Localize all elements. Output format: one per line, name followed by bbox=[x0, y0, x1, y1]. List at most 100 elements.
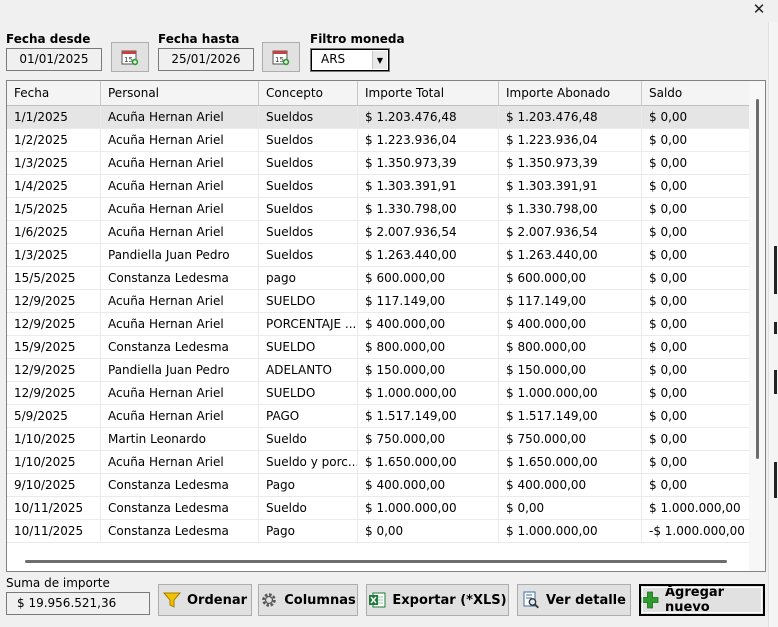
cell-personal: Acuña Hernan Ariel bbox=[101, 152, 259, 175]
table-row[interactable]: 1/3/2025 Pandiella Juan Pedro Sueldos $ 1.2… bbox=[7, 244, 749, 267]
column-header-concepto[interactable]: Concepto bbox=[259, 81, 358, 106]
column-header-saldo[interactable]: Saldo bbox=[642, 81, 749, 106]
table-header: Fecha Personal Concepto Importe Total Im… bbox=[7, 81, 749, 106]
cell-personal: Constanza Ledesma bbox=[101, 336, 259, 359]
table-row[interactable]: 1/10/2025 Acuña Hernan Ariel Sueldo y porc… bbox=[7, 451, 749, 474]
cell-importe-total: $ 117.149,00 bbox=[358, 290, 499, 313]
cell-importe-total: $ 1.000.000,00 bbox=[358, 497, 499, 520]
cell-fecha: 1/2/2025 bbox=[7, 129, 101, 152]
table-row[interactable]: 12/9/2025 Pandiella Juan Pedro ADELANTO $ 1… bbox=[7, 359, 749, 382]
cell-personal: Acuña Hernan Ariel bbox=[101, 382, 259, 405]
vertical-scrollbar[interactable] bbox=[749, 81, 765, 571]
cell-concepto: Sueldos bbox=[259, 152, 358, 175]
table-row[interactable]: 1/4/2025 Acuña Hernan Ariel Sueldos $ 1.303… bbox=[7, 175, 749, 198]
column-header-fecha[interactable]: Fecha bbox=[7, 81, 101, 106]
cell-importe-abonado: $ 117.149,00 bbox=[499, 290, 642, 313]
table-row[interactable]: 12/9/2025 Acuña Hernan Ariel SUELDO $ 1.000… bbox=[7, 382, 749, 405]
fecha-hasta-field[interactable]: 25/01/2026 bbox=[158, 48, 254, 71]
cell-concepto: Sueldos bbox=[259, 244, 358, 267]
cell-personal: Acuña Hernan Ariel bbox=[101, 129, 259, 152]
cell-importe-total: $ 1.330.798,00 bbox=[358, 198, 499, 221]
cell-importe-abonado: $ 800.000,00 bbox=[499, 336, 642, 359]
ver-detalle-label: Ver detalle bbox=[546, 592, 626, 608]
cell-saldo: $ 0,00 bbox=[649, 271, 688, 285]
cell-concepto: Sueldos bbox=[259, 106, 358, 129]
sum-value: $ 19.956.521,36 bbox=[6, 592, 150, 615]
table-row[interactable]: 15/9/2025 Constanza Ledesma SUELDO $ 800.00… bbox=[7, 336, 749, 359]
cell-personal: Pandiella Juan Pedro bbox=[101, 359, 259, 382]
cell-concepto: Sueldos bbox=[259, 221, 358, 244]
cell-personal: Acuña Hernan Ariel bbox=[101, 405, 259, 428]
scroll-thumb[interactable] bbox=[756, 99, 759, 459]
cell-importe-total: $ 1.350.973,39 bbox=[358, 152, 499, 175]
ordenar-button[interactable]: Ordenar bbox=[158, 584, 252, 616]
cell-importe-abonado: $ 400.000,00 bbox=[499, 474, 642, 497]
columnas-button[interactable]: Columnas bbox=[258, 584, 358, 616]
table-row[interactable]: 1/2/2025 Acuña Hernan Ariel Sueldos $ 1.223… bbox=[7, 129, 749, 152]
cell-importe-abonado: $ 1.263.440,00 bbox=[499, 244, 642, 267]
cell-saldo: $ 0,00 bbox=[649, 455, 688, 469]
exportar-button[interactable]: Exportar (*XLS) bbox=[366, 584, 509, 616]
horizontal-scrollbar[interactable] bbox=[7, 553, 749, 571]
cell-importe-total: $ 400.000,00 bbox=[358, 474, 499, 497]
close-icon[interactable]: ✕ bbox=[750, 0, 768, 18]
column-header-importe-total[interactable]: Importe Total bbox=[358, 81, 499, 106]
table-row[interactable]: 12/9/2025 Acuña Hernan Ariel PORCENTAJE ..… bbox=[7, 313, 749, 336]
cell-importe-abonado: $ 150.000,00 bbox=[499, 359, 642, 382]
moneda-select[interactable]: ARS ▼ bbox=[310, 48, 390, 72]
cell-concepto: SUELDO bbox=[259, 290, 358, 313]
fecha-desde-label: Fecha desde bbox=[6, 32, 91, 46]
table-row[interactable]: 10/11/2025 Constanza Ledesma Sueldo $ 1.000… bbox=[7, 497, 749, 520]
ordenar-label: Ordenar bbox=[186, 592, 248, 608]
cell-concepto: Pago bbox=[259, 474, 358, 497]
cell-fecha: 15/9/2025 bbox=[7, 336, 101, 359]
fecha-desde-calendar-button[interactable]: 15 bbox=[111, 42, 149, 72]
cell-concepto: SUELDO bbox=[259, 336, 358, 359]
cell-concepto: ADELANTO bbox=[259, 359, 358, 382]
exportar-label: Exportar (*XLS) bbox=[392, 592, 507, 608]
cell-importe-abonado: $ 1.000.000,00 bbox=[499, 382, 642, 405]
ver-detalle-button[interactable]: Ver detalle bbox=[517, 584, 631, 616]
table-body: 1/1/2025 Acuña Hernan Ariel Sueldos $ 1.203… bbox=[7, 106, 749, 543]
fecha-desde-field[interactable]: 01/01/2025 bbox=[6, 48, 102, 71]
filter-icon bbox=[162, 592, 181, 608]
cell-saldo: $ 0,00 bbox=[649, 156, 688, 170]
cell-fecha: 12/9/2025 bbox=[7, 382, 101, 405]
cell-saldo: $ 0,00 bbox=[649, 179, 688, 193]
agregar-nuevo-button[interactable]: Agregar nuevo bbox=[639, 584, 765, 616]
table-row[interactable]: 5/9/2025 Acuña Hernan Ariel PAGO $ 1.517.14… bbox=[7, 405, 749, 428]
calendar-icon: 15 bbox=[121, 50, 139, 65]
cell-importe-total: $ 1.517.149,00 bbox=[358, 405, 499, 428]
movimientos-grid[interactable]: Fecha Personal Concepto Importe Total Im… bbox=[6, 80, 766, 572]
cell-saldo: $ 0,00 bbox=[649, 133, 688, 147]
table-row[interactable]: 1/6/2025 Acuña Hernan Ariel Sueldos $ 2.007… bbox=[7, 221, 749, 244]
cell-personal: Acuña Hernan Ariel bbox=[101, 313, 259, 336]
cell-importe-total: $ 150.000,00 bbox=[358, 359, 499, 382]
fecha-hasta-calendar-button[interactable]: 15 bbox=[262, 42, 300, 72]
column-header-personal[interactable]: Personal bbox=[101, 81, 259, 106]
cell-fecha: 1/3/2025 bbox=[7, 244, 101, 267]
table-row[interactable]: 9/10/2025 Constanza Ledesma Pago $ 400.000,… bbox=[7, 474, 749, 497]
table-row[interactable]: 1/1/2025 Acuña Hernan Ariel Sueldos $ 1.203… bbox=[7, 106, 749, 129]
column-header-importe-abonado[interactable]: Importe Abonado bbox=[499, 81, 642, 106]
table-row[interactable]: 1/5/2025 Acuña Hernan Ariel Sueldos $ 1.330… bbox=[7, 198, 749, 221]
cell-importe-total: $ 0,00 bbox=[358, 520, 499, 543]
table-row[interactable]: 1/10/2025 Martin Leonardo Sueldo $ 750.000,… bbox=[7, 428, 749, 451]
cell-concepto: SUELDO bbox=[259, 382, 358, 405]
cell-fecha: 10/11/2025 bbox=[7, 520, 101, 543]
table-row[interactable]: 1/3/2025 Acuña Hernan Ariel Sueldos $ 1.350… bbox=[7, 152, 749, 175]
fecha-hasta-label: Fecha hasta bbox=[158, 32, 240, 46]
chevron-down-icon[interactable]: ▼ bbox=[372, 51, 387, 69]
cell-personal: Acuña Hernan Ariel bbox=[101, 198, 259, 221]
table-row[interactable]: 15/5/2025 Constanza Ledesma pago $ 600.000,… bbox=[7, 267, 749, 290]
cell-concepto: Sueldos bbox=[259, 129, 358, 152]
scroll-thumb[interactable] bbox=[25, 560, 727, 563]
cell-personal: Acuña Hernan Ariel bbox=[101, 106, 259, 129]
table-row[interactable]: 10/11/2025 Constanza Ledesma Pago $ 0,00 $ 1… bbox=[7, 520, 749, 543]
cell-importe-abonado: $ 1.000.000,00 bbox=[499, 520, 642, 543]
cell-fecha: 9/10/2025 bbox=[7, 474, 101, 497]
cell-personal: Constanza Ledesma bbox=[101, 267, 259, 290]
background-window-edge bbox=[768, 22, 778, 627]
table-row[interactable]: 12/9/2025 Acuña Hernan Ariel SUELDO $ 117.1… bbox=[7, 290, 749, 313]
cell-fecha: 1/6/2025 bbox=[7, 221, 101, 244]
